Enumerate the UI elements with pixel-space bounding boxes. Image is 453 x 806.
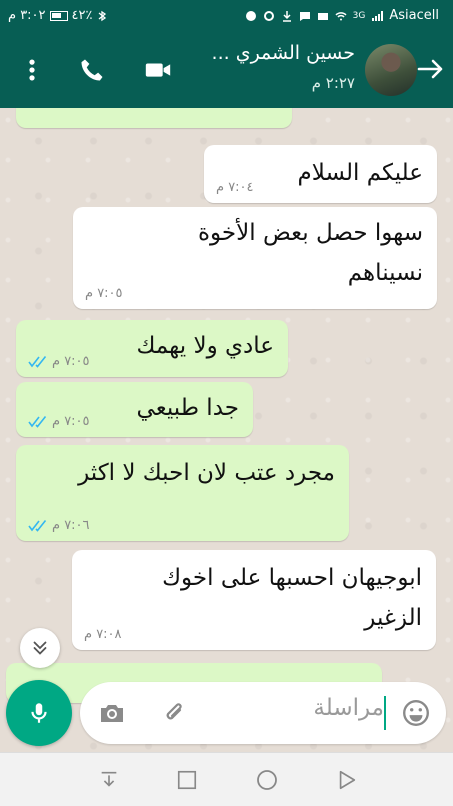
scroll-to-bottom-button[interactable] xyxy=(20,628,60,668)
emoji-button[interactable] xyxy=(400,697,432,729)
message-text: عادي ولا يهمك xyxy=(136,333,274,359)
mail-icon xyxy=(317,12,328,20)
circle-icon xyxy=(257,770,277,790)
triangle-back-icon xyxy=(339,770,356,790)
phone-icon xyxy=(81,59,103,81)
camera-button[interactable] xyxy=(96,697,128,729)
battery-level: ٤٢٪ xyxy=(71,8,93,23)
message-text-line: نسيناهم xyxy=(347,260,423,286)
status-left: ٣:٠٢ م ٤٢٪ xyxy=(8,8,108,23)
status-right: 3G Asiacell xyxy=(245,8,439,23)
network-type: 3G xyxy=(352,10,366,21)
message-meta: ٧:٠٥ م xyxy=(85,286,123,301)
pull-down-icon xyxy=(101,771,117,787)
message-time: ٧:٠٥ م xyxy=(85,286,123,301)
message-text: جدا طبيعي xyxy=(136,395,239,421)
download-icon xyxy=(282,10,291,22)
message-time: ٧:٠٤ م xyxy=(216,180,254,195)
wifi-icon xyxy=(335,11,347,20)
message-meta: ٧:٠٥ م xyxy=(28,354,90,369)
last-seen: ٢:٢٧ م xyxy=(311,74,355,92)
message-meta: ٧:٠٤ م xyxy=(216,180,254,195)
recents-button[interactable] xyxy=(174,767,200,793)
video-camera-icon xyxy=(145,63,171,77)
message-composer[interactable]: مراسلة xyxy=(80,682,446,744)
notification-pull-button[interactable] xyxy=(96,767,122,793)
voice-record-button[interactable] xyxy=(6,680,72,746)
double-check-icon xyxy=(28,415,47,428)
message-text-line: ابوجيهان احسبها على اخوك xyxy=(162,565,422,591)
status-bar: ٣:٠٢ م ٤٢٪ 3G Asiacell xyxy=(0,0,453,32)
message-bubble-outgoing[interactable]: مجرد عتب لان احبك لا اكثر ٧:٠٦ م xyxy=(16,445,349,541)
message-time: ٧:٠٦ م xyxy=(52,518,90,533)
carrier-name: Asiacell xyxy=(389,8,439,23)
double-check-icon xyxy=(28,355,47,368)
home-button[interactable] xyxy=(254,767,280,793)
chevrons-down-icon xyxy=(33,641,47,655)
text-cursor xyxy=(384,696,386,730)
message-bubble-incoming[interactable]: سهوا حصل بعض الأخوة نسيناهم ٧:٠٥ م xyxy=(73,207,437,309)
message-meta: ٧:٠٨ م xyxy=(84,627,122,642)
more-options-button[interactable] xyxy=(16,54,48,86)
back-arrow-icon xyxy=(417,59,443,79)
microphone-icon xyxy=(31,703,47,723)
status-time: ٣:٠٢ م xyxy=(8,8,46,23)
message-input[interactable]: مراسلة xyxy=(313,695,384,721)
video-call-button[interactable] xyxy=(142,54,174,86)
back-nav-button[interactable] xyxy=(334,767,360,793)
message-bubble-partial[interactable] xyxy=(16,108,292,128)
chat-icon xyxy=(299,11,310,21)
more-vert-icon xyxy=(29,59,35,81)
message-text: عليكم السلام xyxy=(297,160,423,186)
message-time: ٧:٠٥ م xyxy=(52,354,90,369)
settings-icon xyxy=(263,10,274,21)
system-nav-bar xyxy=(0,752,453,806)
contact-avatar[interactable] xyxy=(365,44,417,96)
message-bubble-outgoing[interactable]: جدا طبيعي ٧:٠٥ م xyxy=(16,382,253,437)
messenger-icon xyxy=(245,10,256,21)
battery-icon xyxy=(49,10,68,21)
square-icon xyxy=(177,770,197,790)
message-time: ٧:٠٥ م xyxy=(52,414,90,429)
contact-name[interactable]: حسين الشمري ... xyxy=(195,42,355,64)
signal-icon xyxy=(372,10,384,21)
emoji-icon xyxy=(403,700,429,726)
attachment-icon xyxy=(166,703,182,720)
message-text: مجرد عتب لان احبك لا اكثر xyxy=(78,460,335,486)
message-text-line: سهوا حصل بعض الأخوة xyxy=(198,220,423,246)
message-bubble-incoming[interactable]: عليكم السلام ٧:٠٤ م xyxy=(204,145,437,203)
message-meta: ٧:٠٦ م xyxy=(28,518,90,533)
voice-call-button[interactable] xyxy=(76,54,108,86)
message-text-line: الزغير xyxy=(364,605,422,631)
attach-button[interactable] xyxy=(158,697,190,729)
message-list[interactable]: عليكم السلام ٧:٠٤ م سهوا حصل بعض الأخوة … xyxy=(0,108,453,752)
message-bubble-incoming[interactable]: ابوجيهان احسبها على اخوك الزغير ٧:٠٨ م xyxy=(72,550,436,650)
camera-icon xyxy=(101,705,123,722)
double-check-icon xyxy=(28,519,47,532)
bluetooth-icon xyxy=(99,10,107,21)
chat-header: حسين الشمري ... ٢:٢٧ م xyxy=(0,32,453,108)
message-time: ٧:٠٨ م xyxy=(84,627,122,642)
back-button[interactable] xyxy=(415,54,445,84)
message-meta: ٧:٠٥ م xyxy=(28,414,90,429)
message-bubble-outgoing[interactable]: عادي ولا يهمك ٧:٠٥ م xyxy=(16,320,288,377)
